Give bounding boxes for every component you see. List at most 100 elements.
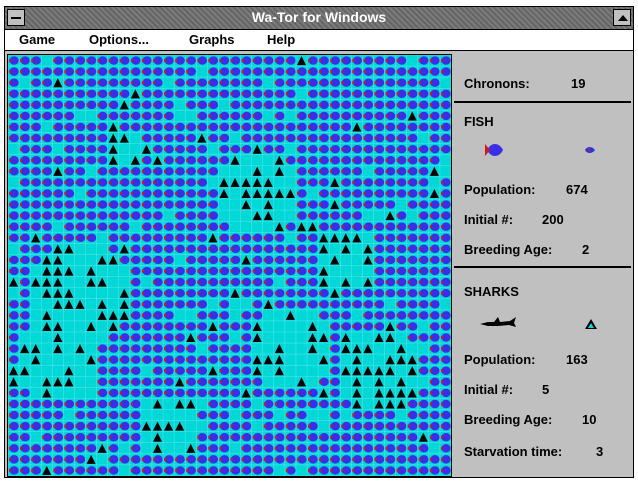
fish-cell (175, 156, 185, 165)
shark-cell (108, 133, 118, 143)
fish-cell (141, 288, 152, 298)
fish-cell (407, 89, 418, 98)
fish-cell (252, 122, 263, 132)
fish-cell (197, 222, 208, 231)
fish-cell (75, 56, 86, 65)
fish-cell (197, 244, 208, 254)
maximize-button[interactable] (613, 9, 631, 26)
fish-cell (330, 366, 340, 375)
fish-cell (164, 100, 174, 110)
fish-cell (164, 122, 174, 132)
fish-cell (130, 466, 141, 475)
fish-cell (241, 455, 252, 464)
fish-cell (108, 211, 119, 220)
shark-cell (363, 277, 373, 287)
fish-cell (263, 56, 274, 65)
fish-cell (296, 233, 307, 243)
fish-cell (385, 144, 396, 154)
fish-cell (130, 388, 141, 398)
fish-cell (64, 200, 75, 209)
fish-cell (407, 300, 418, 309)
fish-cell (152, 67, 163, 76)
menu-graphs[interactable]: Graphs (189, 32, 235, 47)
fish-cell (440, 222, 451, 231)
ocean-grid[interactable] (7, 54, 452, 477)
fish-cell (75, 222, 86, 231)
fish-cell (219, 266, 230, 276)
shark-cell (330, 288, 340, 298)
fish-cell (308, 255, 318, 265)
fish-cell (20, 311, 30, 320)
fish-cell (186, 156, 196, 165)
fish-cell (9, 355, 19, 364)
fish-cell (197, 122, 208, 132)
fish-cell (219, 366, 230, 375)
shark-cell (341, 332, 351, 343)
fish-cell (31, 133, 41, 143)
fish-cell (319, 100, 329, 110)
fish-cell (20, 211, 30, 220)
fish-cell (164, 355, 174, 364)
fish-cell (186, 222, 196, 231)
fish-cell (130, 56, 141, 65)
fish-cell (86, 399, 97, 409)
fish-cell (418, 156, 429, 165)
shark-cell (119, 288, 129, 298)
fish-cell (285, 56, 296, 65)
fish-cell (97, 111, 108, 121)
fish-cell (53, 89, 64, 98)
fish-cell (42, 144, 52, 154)
fish-cell (241, 144, 252, 154)
fish-cell (252, 233, 263, 243)
fish-cell (385, 222, 396, 231)
fish-cell (418, 421, 429, 431)
shark-cell (252, 166, 262, 176)
fish-cell (308, 233, 318, 243)
fish-cell (86, 233, 97, 243)
fish-cell (230, 322, 241, 331)
shark-cell (407, 388, 417, 398)
fish-cell (64, 144, 75, 154)
fish-cell (385, 67, 396, 76)
shark-cell (119, 244, 129, 254)
fish-cell (429, 133, 440, 143)
shark-cell (296, 222, 307, 232)
fish-cell (241, 122, 252, 132)
fish-cell (241, 288, 252, 298)
fish-cell (418, 233, 429, 243)
fish-cell (263, 388, 274, 398)
fish-cell (308, 466, 318, 475)
menu-help[interactable]: Help (267, 32, 295, 47)
fish-cell (285, 433, 296, 442)
fish-cell (53, 156, 64, 165)
fish-cell (64, 233, 75, 243)
fish-cell (20, 421, 30, 431)
fish-cell (296, 410, 307, 420)
menu-game[interactable]: Game (19, 32, 55, 47)
fish-cell (252, 244, 263, 254)
fish-cell (285, 67, 296, 76)
title-bar[interactable]: Wa-Tor for Windows (5, 7, 633, 30)
fish-cell (429, 89, 440, 98)
fish-cell (164, 67, 174, 76)
shark-cell (274, 155, 284, 165)
fish-cell (374, 200, 385, 209)
fish-cell (86, 178, 97, 187)
fish-cell (130, 344, 141, 353)
fish-cell (341, 144, 351, 154)
menu-options[interactable]: Options... (89, 32, 149, 47)
fish-cell (308, 111, 318, 121)
shark-cell (108, 122, 118, 132)
fish-cell (319, 67, 329, 76)
fish-cell (97, 466, 108, 475)
fish-cell (164, 388, 174, 398)
shark-cell (64, 366, 74, 376)
fish-cell (219, 433, 230, 442)
fish-cell (440, 366, 451, 375)
fish-cell (440, 144, 451, 154)
shark-cell (252, 332, 262, 343)
fish-cell (20, 200, 30, 209)
fish-cell (141, 311, 152, 320)
fish-cell (319, 377, 329, 387)
fish-cell (164, 277, 174, 287)
